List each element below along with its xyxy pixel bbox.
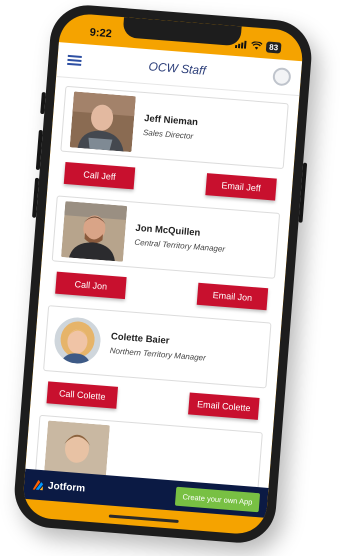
call-jeff-button[interactable]: Call Jeff bbox=[63, 162, 136, 190]
phone-screen: 9:22 83 OCW Staff Jeff Nieman Sales Dire… bbox=[21, 12, 305, 536]
call-colette-button[interactable]: Call Colette bbox=[46, 381, 119, 409]
volume-up-button bbox=[35, 129, 43, 171]
wifi-icon bbox=[251, 41, 263, 50]
volume-down-button bbox=[32, 177, 40, 218]
home-indicator bbox=[108, 514, 179, 523]
email-jon-button[interactable]: Email Jon bbox=[196, 282, 269, 311]
jotform-brand[interactable]: Jotform bbox=[32, 478, 86, 494]
staff-photo-jeff bbox=[69, 91, 136, 153]
staff-list: Jeff Nieman Sales Director Call Jeff Ema… bbox=[25, 77, 299, 492]
app-screen: OCW Staff Jeff Nieman Sales Director Cal… bbox=[24, 42, 303, 492]
status-time: 9:22 bbox=[89, 26, 113, 41]
page-title: OCW Staff bbox=[148, 59, 207, 78]
power-button bbox=[298, 162, 308, 223]
staff-photo-colette bbox=[52, 315, 103, 366]
hamburger-menu-icon[interactable] bbox=[67, 54, 82, 66]
call-jon-button[interactable]: Call Jon bbox=[55, 271, 127, 300]
staff-role: Sales Director bbox=[142, 128, 194, 141]
staff-role: Central Territory Manager bbox=[134, 237, 226, 254]
jotform-label: Jotform bbox=[47, 480, 86, 495]
mute-switch bbox=[40, 91, 46, 115]
staff-photo-jon bbox=[61, 201, 128, 262]
email-colette-button[interactable]: Email Colette bbox=[188, 392, 260, 420]
create-app-button[interactable]: Create your own App bbox=[174, 486, 261, 512]
battery-icon: 83 bbox=[265, 40, 282, 54]
status-icons: 83 bbox=[235, 38, 282, 54]
jotform-logo-icon bbox=[32, 479, 44, 491]
staff-name: Jeff Nieman bbox=[143, 113, 199, 129]
profile-avatar-icon[interactable] bbox=[272, 67, 292, 87]
phone-frame: 9:22 83 OCW Staff Jeff Nieman Sales Dire… bbox=[11, 2, 315, 546]
email-jeff-button[interactable]: Email Jeff bbox=[205, 173, 277, 201]
